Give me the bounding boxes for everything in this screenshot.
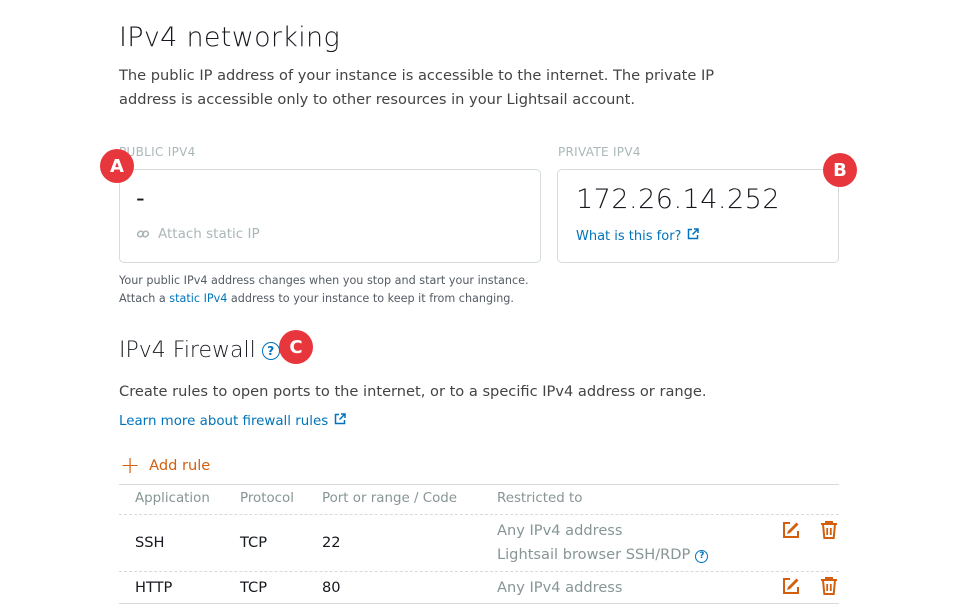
- trash-icon[interactable]: [819, 576, 839, 596]
- column-header-restricted: Restricted to: [497, 491, 583, 506]
- column-header-protocol: Protocol: [240, 491, 294, 506]
- firewall-description: Create rules to open ports to the intern…: [119, 383, 707, 400]
- row-restricted-secondary: Lightsail browser SSH/RDP?: [497, 546, 709, 563]
- firewall-title: IPv4 Firewall ?: [119, 338, 280, 363]
- row-protocol: TCP: [240, 534, 268, 551]
- attach-static-ip-button[interactable]: Attach static IP: [136, 226, 260, 242]
- public-ip-note-line1: Your public IPv4 address changes when yo…: [119, 274, 529, 287]
- row-restricted-secondary-text: Lightsail browser SSH/RDP: [497, 546, 691, 563]
- public-ip-note-line2: Attach a static IPv4 address to your ins…: [119, 290, 579, 308]
- column-header-port: Port or range / Code: [322, 491, 457, 506]
- edit-icon[interactable]: [781, 576, 801, 596]
- learn-more-label: Learn more about firewall rules: [119, 413, 329, 429]
- row-actions: [781, 576, 839, 596]
- trash-icon[interactable]: [819, 520, 839, 540]
- help-circle-icon[interactable]: ?: [261, 341, 280, 360]
- public-ipv4-value: -: [136, 184, 145, 212]
- add-rule-label: Add rule: [149, 456, 211, 474]
- row-application: SSH: [135, 534, 165, 551]
- row-port: 80: [322, 579, 341, 596]
- private-ipv4-value: 172.26.14.252: [576, 184, 781, 215]
- edit-icon[interactable]: [781, 520, 801, 540]
- firewall-title-text: IPv4 Firewall: [119, 338, 256, 363]
- external-link-icon: [334, 413, 346, 429]
- table-header: Application Protocol Port or range / Cod…: [119, 484, 839, 514]
- add-rule-button[interactable]: + Add rule: [120, 451, 211, 479]
- note-prefix: Attach a: [119, 292, 170, 305]
- annotation-badge-a: A: [100, 149, 134, 183]
- private-ipv4-label: PRIVATE IPV4: [558, 145, 641, 159]
- link-icon: [136, 227, 150, 241]
- row-protocol: TCP: [240, 579, 268, 596]
- section-intro: The public IP address of your instance i…: [119, 67, 715, 108]
- public-ipv4-card: - Attach static IP: [119, 169, 541, 263]
- page-title: IPv4 networking: [119, 22, 340, 53]
- external-link-icon: [687, 228, 700, 244]
- private-ipv4-card: 172.26.14.252 What is this for?: [557, 169, 839, 263]
- table-row: SSH TCP 22 Any IPv4 address Lightsail br…: [119, 514, 839, 571]
- plus-icon: +: [120, 451, 141, 479]
- help-circle-icon[interactable]: ?: [695, 549, 709, 563]
- note-suffix: address to your instance to keep it from…: [227, 292, 514, 305]
- row-restricted: Any IPv4 address: [497, 579, 623, 596]
- static-ipv4-link[interactable]: static IPv4: [169, 292, 227, 305]
- firewall-rules-table: Application Protocol Port or range / Cod…: [119, 484, 839, 604]
- row-actions: [781, 520, 839, 540]
- public-ip-note: Your public IPv4 address changes when yo…: [119, 272, 579, 308]
- table-row: HTTP TCP 80 Any IPv4 address: [119, 571, 839, 604]
- row-port: 22: [322, 534, 341, 551]
- learn-more-firewall-link[interactable]: Learn more about firewall rules: [119, 413, 346, 429]
- row-application: HTTP: [135, 579, 173, 596]
- annotation-badge-c: C: [279, 330, 313, 364]
- what-is-this-for-link[interactable]: What is this for?: [576, 228, 700, 244]
- annotation-badge-b: B: [823, 153, 857, 187]
- row-restricted: Any IPv4 address: [497, 522, 623, 539]
- attach-static-ip-label: Attach static IP: [158, 226, 260, 242]
- column-header-application: Application: [135, 491, 210, 506]
- what-is-this-for-label: What is this for?: [576, 228, 682, 244]
